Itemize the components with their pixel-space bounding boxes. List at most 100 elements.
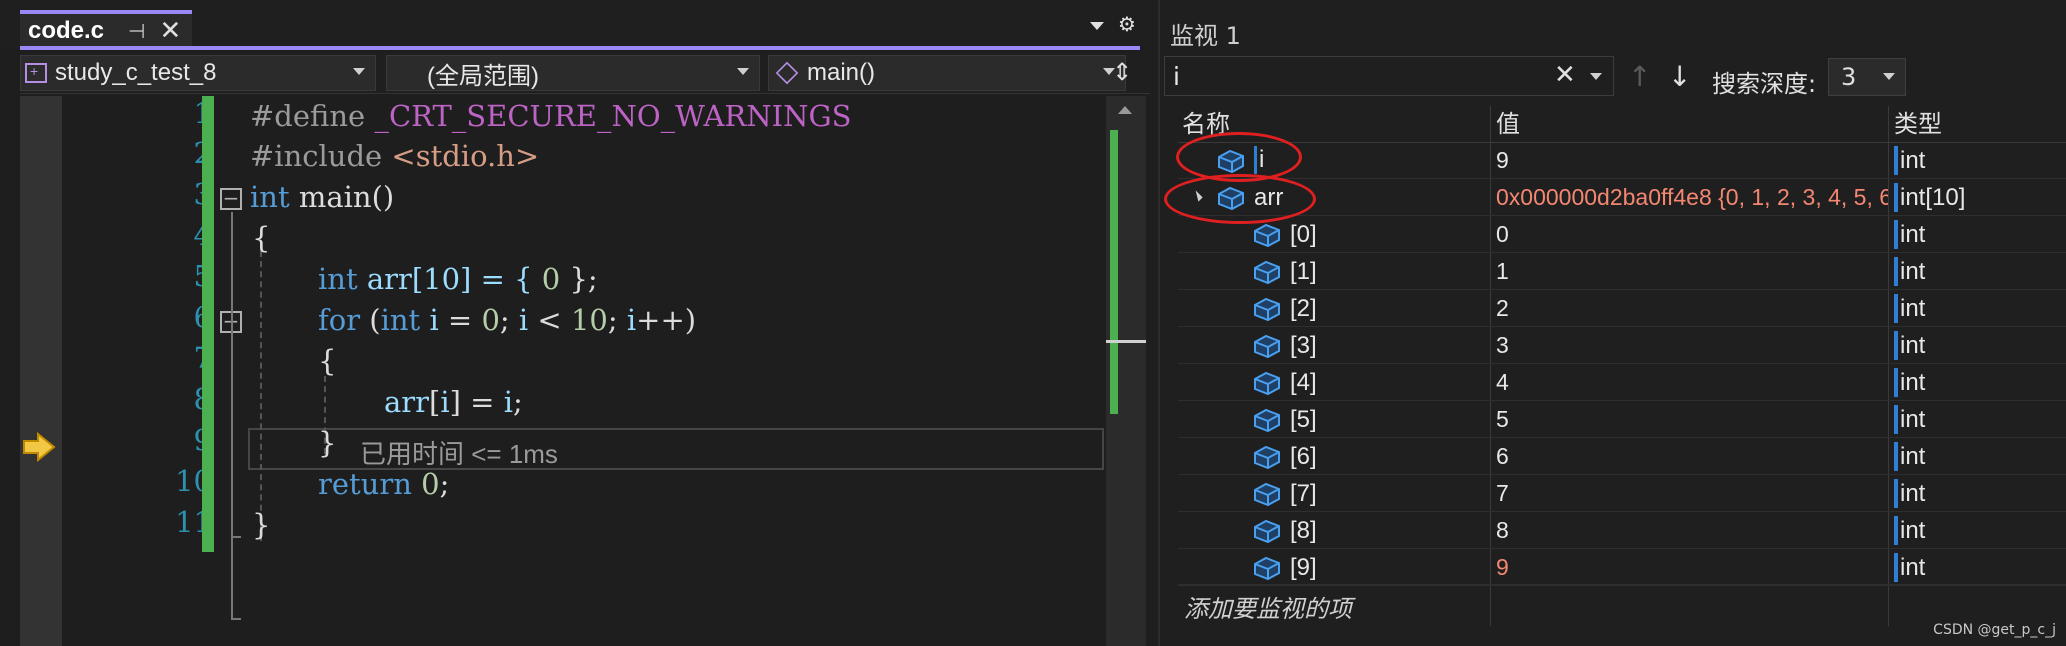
watch-row-type: int [1900, 369, 1926, 396]
variable-icon [1254, 556, 1280, 581]
watch-row[interactable]: [4] 4 int [1178, 364, 2066, 401]
code-line-11: } [252, 508, 271, 542]
type-marker [1894, 146, 1898, 175]
watch-row[interactable]: i 9 int [1178, 142, 2066, 179]
watch-row-name[interactable]: [2] [1290, 290, 1317, 327]
project-name: study_c_test_8 [55, 59, 217, 86]
watch-row[interactable]: [5] 5 int [1178, 401, 2066, 438]
navigation-bar: + study_c_test_8 (全局范围) main() ⇕ [20, 52, 1150, 94]
watch-row-name[interactable]: [1] [1290, 253, 1317, 290]
watch-row[interactable]: [2] 2 int [1178, 290, 2066, 327]
variable-icon [1254, 371, 1280, 396]
watch-row-value[interactable]: 3 [1496, 327, 1786, 364]
type-marker [1894, 516, 1898, 545]
watch-row-value[interactable]: 0 [1496, 216, 1786, 253]
watch-row-value[interactable]: 0x000000d2ba0ff4e8 {0, 1, 2, 3, 4, 5, 6,… [1496, 179, 1888, 216]
column-header-value[interactable]: 值 [1496, 106, 1520, 142]
watch-row-value[interactable]: 5 [1496, 401, 1786, 438]
line-number: 5 [122, 259, 212, 293]
perf-tip: 已用时间 <= 1ms [360, 439, 558, 469]
fold-guide [231, 456, 233, 620]
execution-pointer-icon [23, 432, 56, 462]
search-depth-value: 3 [1841, 63, 1857, 91]
scroll-up-icon[interactable] [1118, 106, 1132, 114]
line-number: 10 [175, 464, 212, 498]
watch-row-name[interactable]: [0] [1290, 216, 1317, 253]
type-marker [1894, 257, 1898, 286]
collapse-icon[interactable]: − [220, 188, 242, 210]
watch-row[interactable]: [3] 3 int [1178, 327, 2066, 364]
scope-name: (全局范围) [427, 62, 539, 90]
type-marker [1894, 183, 1898, 212]
line-number: 9 [122, 423, 212, 457]
clear-search-icon[interactable]: ✕ [1554, 60, 1576, 90]
watch-row-value[interactable]: 9 [1496, 142, 1786, 179]
search-next-icon[interactable]: ↓ [1668, 60, 1691, 93]
line-number: 1 [122, 96, 212, 130]
code-line-2: #include <stdio.h> [250, 139, 540, 173]
code-line-6: for (int i = 0; i < 10; i++) [318, 303, 697, 337]
watch-row[interactable]: [9] 9 int [1178, 549, 2066, 586]
add-watch-row[interactable]: 添加要监视的项 [1178, 584, 2066, 624]
scope-combo[interactable]: (全局范围) [386, 55, 760, 91]
watch-row-name[interactable]: [4] [1290, 364, 1317, 401]
chevron-down-icon[interactable] [1590, 73, 1602, 80]
watch-title: 监视 1 [1170, 22, 1241, 50]
watch-window: 监视 1 i ✕ ↑ ↓ 搜索深度: 3 名称 值 类型 i 9 int arr 0x0… [1158, 0, 2066, 646]
search-depth-combo[interactable]: 3 [1828, 58, 1906, 96]
variable-icon [1254, 297, 1280, 322]
watch-row-value[interactable]: 8 [1496, 512, 1786, 549]
add-watch-placeholder: 添加要监视的项 [1184, 595, 1352, 623]
search-depth-label: 搜索深度: [1712, 70, 1817, 98]
project-combo[interactable]: + study_c_test_8 [20, 55, 376, 91]
member-combo[interactable]: main() [768, 55, 1126, 91]
variable-icon [1254, 334, 1280, 359]
type-marker [1894, 331, 1898, 360]
tab-title: code.c [28, 17, 105, 44]
code-line-8: arr[i] = i; [384, 385, 523, 419]
watch-row-name[interactable]: [8] [1290, 512, 1317, 549]
type-marker [1894, 553, 1898, 582]
watch-row-type: int [1900, 443, 1926, 470]
column-header-type[interactable]: 类型 [1894, 106, 1942, 142]
watch-row-name[interactable]: [5] [1290, 401, 1317, 438]
watch-row-name[interactable]: [6] [1290, 438, 1317, 475]
change-tracking-bar [202, 96, 214, 552]
type-marker [1894, 368, 1898, 397]
watch-row-value[interactable]: 1 [1496, 253, 1786, 290]
type-marker [1894, 405, 1898, 434]
member-name: main() [807, 59, 876, 86]
tab-code-c[interactable]: code.c ⊣ ✕ [20, 10, 192, 48]
close-tab-icon[interactable]: ✕ [159, 18, 181, 44]
search-previous-icon[interactable]: ↑ [1628, 60, 1651, 93]
code-line-3: int main() [250, 180, 395, 214]
watermark: CSDN @get_p_c_j [1933, 622, 2056, 638]
watch-row[interactable]: [1] 1 int [1178, 253, 2066, 290]
variable-icon [1254, 445, 1280, 470]
watch-row-name[interactable]: [9] [1290, 549, 1317, 586]
scrollbar-caret-marker [1106, 340, 1146, 343]
watch-row[interactable]: [0] 0 int [1178, 216, 2066, 253]
pin-icon[interactable]: ⊣ [128, 19, 145, 43]
watch-row-value[interactable]: 4 [1496, 364, 1786, 401]
watch-row-value[interactable]: 7 [1496, 475, 1786, 512]
watch-row-name[interactable]: [7] [1290, 475, 1317, 512]
type-marker [1894, 220, 1898, 249]
code-text[interactable]: − − #define _CRT_SECURE_NO_WARNINGS #inc… [216, 96, 1106, 646]
watch-row[interactable]: [7] 7 int [1178, 475, 2066, 512]
watch-row-value[interactable]: 2 [1496, 290, 1786, 327]
watch-row-type: int [1900, 258, 1926, 285]
watch-row[interactable]: [8] 8 int [1178, 512, 2066, 549]
watch-row[interactable]: [6] 6 int [1178, 438, 2066, 475]
glyph-margin[interactable] [20, 96, 62, 646]
line-number: 6 [122, 300, 212, 334]
gear-icon[interactable]: ⚙ [1118, 12, 1136, 36]
watch-row-value[interactable]: 6 [1496, 438, 1786, 475]
tab-dropdown-icon[interactable] [1090, 22, 1104, 30]
split-icon[interactable]: ⇕ [1112, 58, 1132, 86]
watch-search-input[interactable]: i [1164, 56, 1614, 96]
watch-row-value[interactable]: 9 [1496, 549, 1786, 586]
watch-row-name[interactable]: [3] [1290, 327, 1317, 364]
code-line-9: } [318, 426, 337, 460]
watch-row-type: int [1900, 221, 1926, 248]
